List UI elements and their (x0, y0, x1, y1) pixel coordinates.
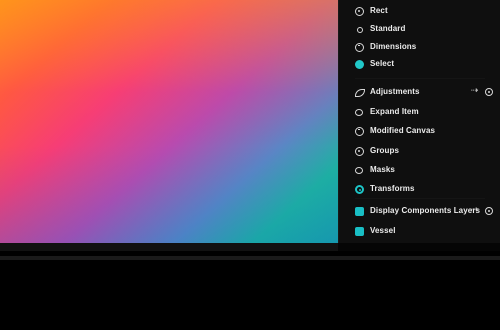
leaf-icon (355, 89, 365, 97)
context-menu: Rect Standard Dimensions Select Adjustme… (338, 0, 500, 243)
menu-item-label: Adjustments (370, 87, 420, 96)
menu-item-select[interactable]: Select (339, 56, 500, 74)
menu-item-rect[interactable]: Rect (339, 3, 500, 21)
menu-item-modified-canvas[interactable]: Modified Canvas (339, 123, 500, 141)
menu-item-label: Select (370, 59, 395, 68)
cyan-ring-icon (355, 185, 364, 194)
gauge-icon (355, 127, 364, 136)
bottom-bar (0, 251, 500, 330)
small-dot-icon (357, 27, 363, 33)
color-gradient-preview[interactable] (0, 0, 338, 243)
oval-icon (355, 109, 363, 116)
app-window: Rect Standard Dimensions Select Adjustme… (0, 0, 500, 330)
menu-item-label: Display Components Layers (370, 206, 481, 215)
menu-item-display-components-layers[interactable]: Display Components Layers ⇢ (339, 203, 500, 221)
menu-item-dimensions[interactable]: Dimensions (339, 39, 500, 57)
cycle-icon[interactable] (485, 88, 493, 96)
submenu-arrow-icon: ⇢ (470, 205, 479, 215)
menu-separator (355, 198, 485, 199)
menu-item-label: Standard (370, 24, 406, 33)
gauge-icon (355, 43, 364, 52)
menu-item-label: Transforms (370, 184, 415, 193)
square-cyan-icon (355, 227, 364, 236)
menu-item-vessel[interactable]: Vessel (339, 223, 500, 241)
menu-separator (355, 78, 485, 79)
preview-shade (0, 243, 338, 251)
menu-item-label: Vessel (370, 226, 396, 235)
square-cyan-icon (355, 207, 364, 216)
dotted-circle-icon (355, 7, 364, 16)
menu-item-label: Groups (370, 146, 400, 155)
dotted-circle-icon (355, 147, 364, 156)
menu-item-standard[interactable]: Standard (339, 21, 500, 39)
menu-item-label: Expand Item (370, 107, 419, 116)
menu-item-groups[interactable]: Groups (339, 143, 500, 161)
bottom-divider (0, 256, 500, 260)
menu-item-masks[interactable]: Masks (339, 162, 500, 180)
submenu-arrow-icon: ⇢ (470, 86, 479, 96)
menu-item-adjustments[interactable]: Adjustments ⇢ (339, 84, 500, 102)
menu-item-transforms[interactable]: Transforms (339, 181, 500, 199)
menu-item-label: Dimensions (370, 42, 417, 51)
menu-item-label: Masks (370, 165, 395, 174)
menu-item-label: Rect (370, 6, 388, 15)
menu-item-expand-item[interactable]: Expand Item (339, 104, 500, 122)
menu-item-label: Modified Canvas (370, 126, 436, 135)
cyan-dot-icon (355, 60, 364, 69)
cycle-icon[interactable] (485, 207, 493, 215)
oval-icon (355, 167, 363, 174)
